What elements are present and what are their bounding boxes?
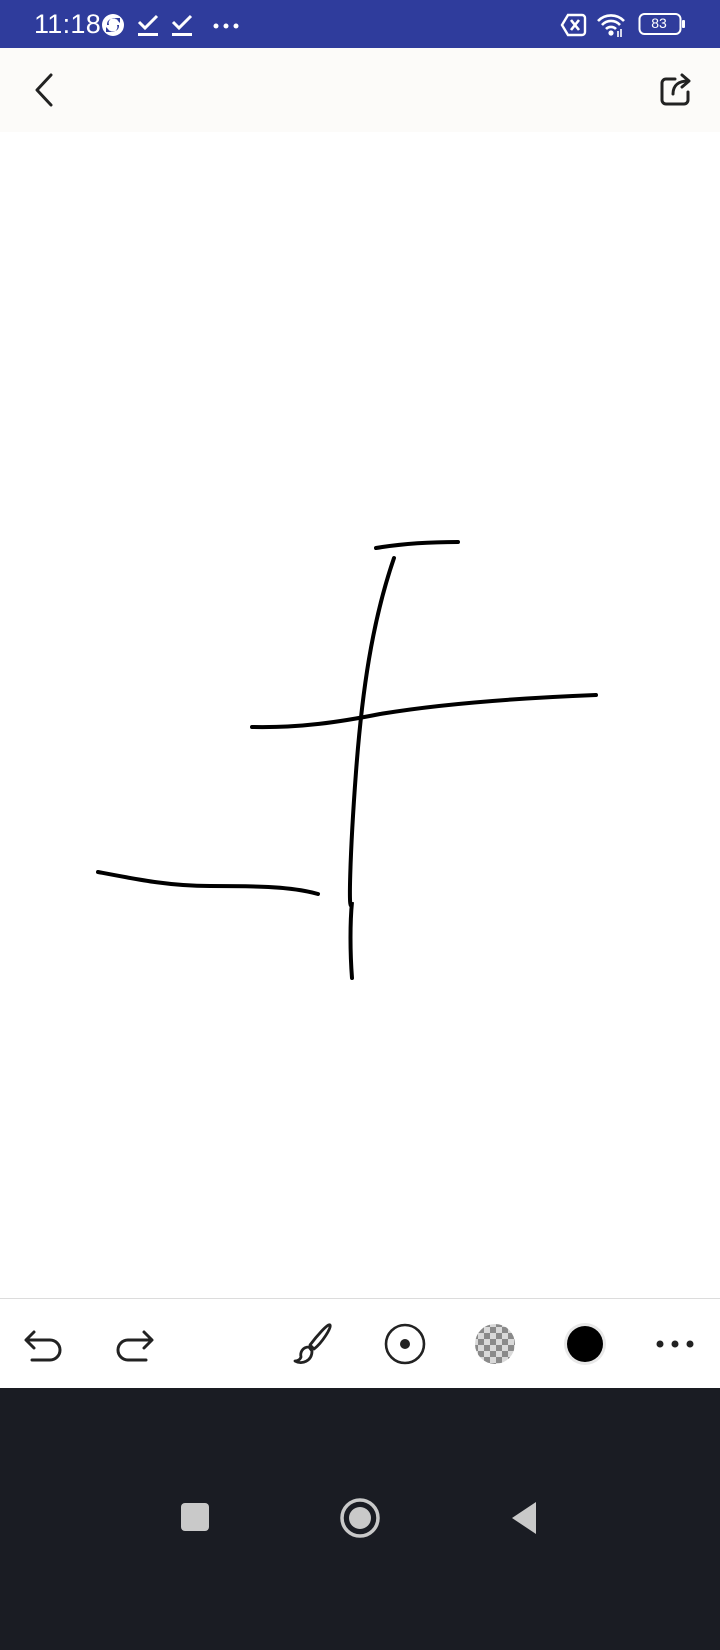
status-bar: 11:18 83 [0,0,720,48]
stroke-bottom-left [96,870,320,896]
download-done-icon [170,12,194,43]
download-done-icon [136,12,160,43]
back-arrow-icon[interactable] [26,70,62,115]
sync-icon [100,12,126,43]
no-sim-icon [560,12,588,43]
drawing-toolbar [0,1298,720,1388]
system-icons: 83 [560,12,690,38]
opacity-icon[interactable] [472,1321,518,1372]
brush-size-icon[interactable] [382,1321,428,1372]
status-time: 11:18 [34,9,102,39]
battery-level: 83 [651,15,667,31]
stroke-top-bar [374,540,460,550]
drawing-strokes [96,540,598,980]
home-circle-icon[interactable] [338,1496,382,1545]
stroke-crossbar [250,693,598,730]
redo-icon[interactable] [110,1321,156,1372]
app-bar [0,48,720,132]
more-notifications-icon [212,12,240,43]
color-picker-icon[interactable] [562,1321,608,1372]
drawing-canvas[interactable] [0,132,720,1298]
undo-icon[interactable] [22,1321,68,1372]
wifi-icon [596,12,626,43]
recents-square-icon[interactable] [178,1500,212,1539]
battery-icon: 83 [638,12,688,38]
system-navigation-bar [0,1388,720,1650]
back-triangle-icon[interactable] [506,1498,546,1543]
share-icon[interactable] [656,70,696,115]
more-options-icon[interactable] [652,1321,698,1372]
brush-icon[interactable] [292,1321,338,1372]
stroke-vertical [347,556,396,980]
